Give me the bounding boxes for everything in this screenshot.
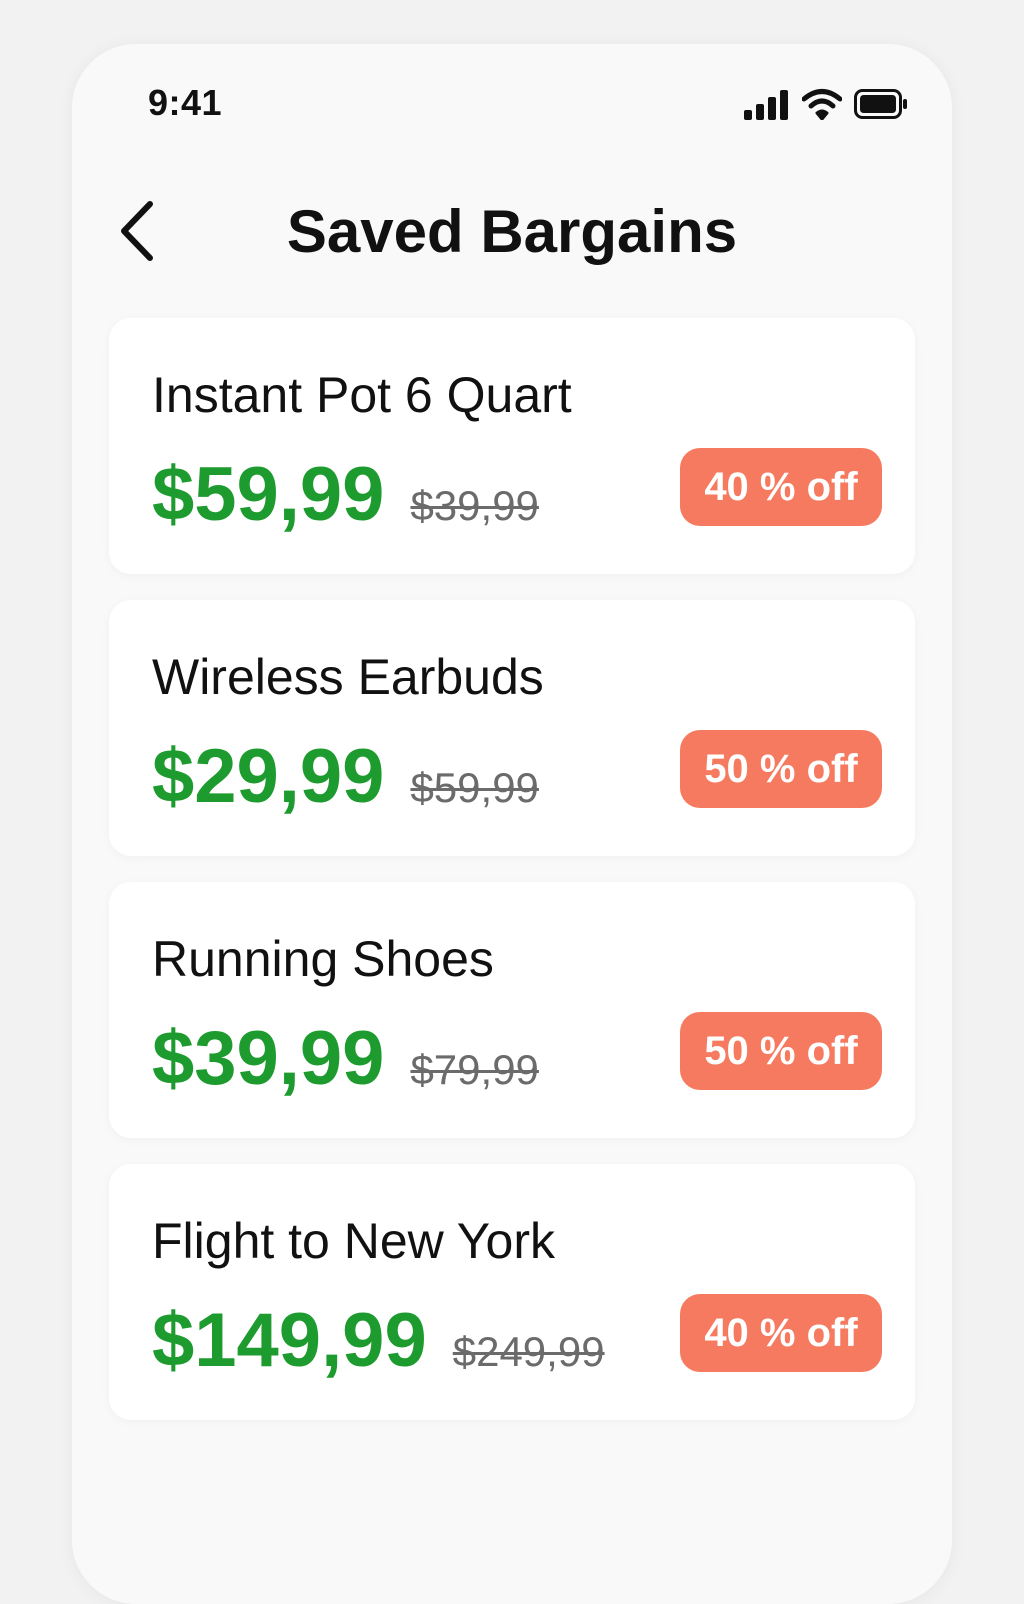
discount-badge: 40 % off <box>680 448 882 526</box>
product-name: Flight to New York <box>152 1213 555 1269</box>
original-price: $79,99 <box>410 1046 539 1093</box>
original-price: $249,99 <box>452 1328 605 1375</box>
price-row: $59,99 $39,99 <box>152 450 539 540</box>
status-time: 9:41 <box>148 82 223 123</box>
status-bar: 9:41 <box>72 44 952 164</box>
page-title: Saved Bargains <box>286 198 738 265</box>
bargain-list: Instant Pot 6 Quart $59,99 $39,99 40 % o… <box>109 318 915 1446</box>
bargain-card[interactable]: Flight to New York $149,99 $249,99 40 % … <box>109 1164 915 1420</box>
discount-badge: 50 % off <box>680 1012 882 1090</box>
bargain-card[interactable]: Wireless Earbuds $29,99 $59,99 50 % off <box>109 600 915 856</box>
original-price: $59,99 <box>410 764 539 811</box>
product-name: Wireless Earbuds <box>152 649 544 705</box>
sale-price: $149,99 <box>152 1298 427 1383</box>
wifi-icon <box>802 89 842 120</box>
bargain-card[interactable]: Instant Pot 6 Quart $59,99 $39,99 40 % o… <box>109 318 915 574</box>
sale-price: $39,99 <box>152 1016 385 1101</box>
price-row: $149,99 $249,99 <box>152 1296 605 1386</box>
price-row: $29,99 $59,99 <box>152 732 539 822</box>
discount-badge: 50 % off <box>680 730 882 808</box>
sale-price: $59,99 <box>152 452 385 537</box>
signal-icon <box>744 90 788 120</box>
price-row: $39,99 $79,99 <box>152 1014 539 1104</box>
bargain-card[interactable]: Running Shoes $39,99 $79,99 50 % off <box>109 882 915 1138</box>
battery-icon <box>854 89 907 119</box>
phone-screen: 9:41 Saved Bargains Instant Pot 6 Quart <box>72 44 952 1604</box>
sale-price: $29,99 <box>152 734 385 819</box>
discount-badge: 40 % off <box>680 1294 882 1372</box>
product-name: Running Shoes <box>152 931 494 987</box>
product-name: Instant Pot 6 Quart <box>152 367 572 423</box>
original-price: $39,99 <box>410 482 539 529</box>
nav-bar: Saved Bargains <box>72 184 952 284</box>
